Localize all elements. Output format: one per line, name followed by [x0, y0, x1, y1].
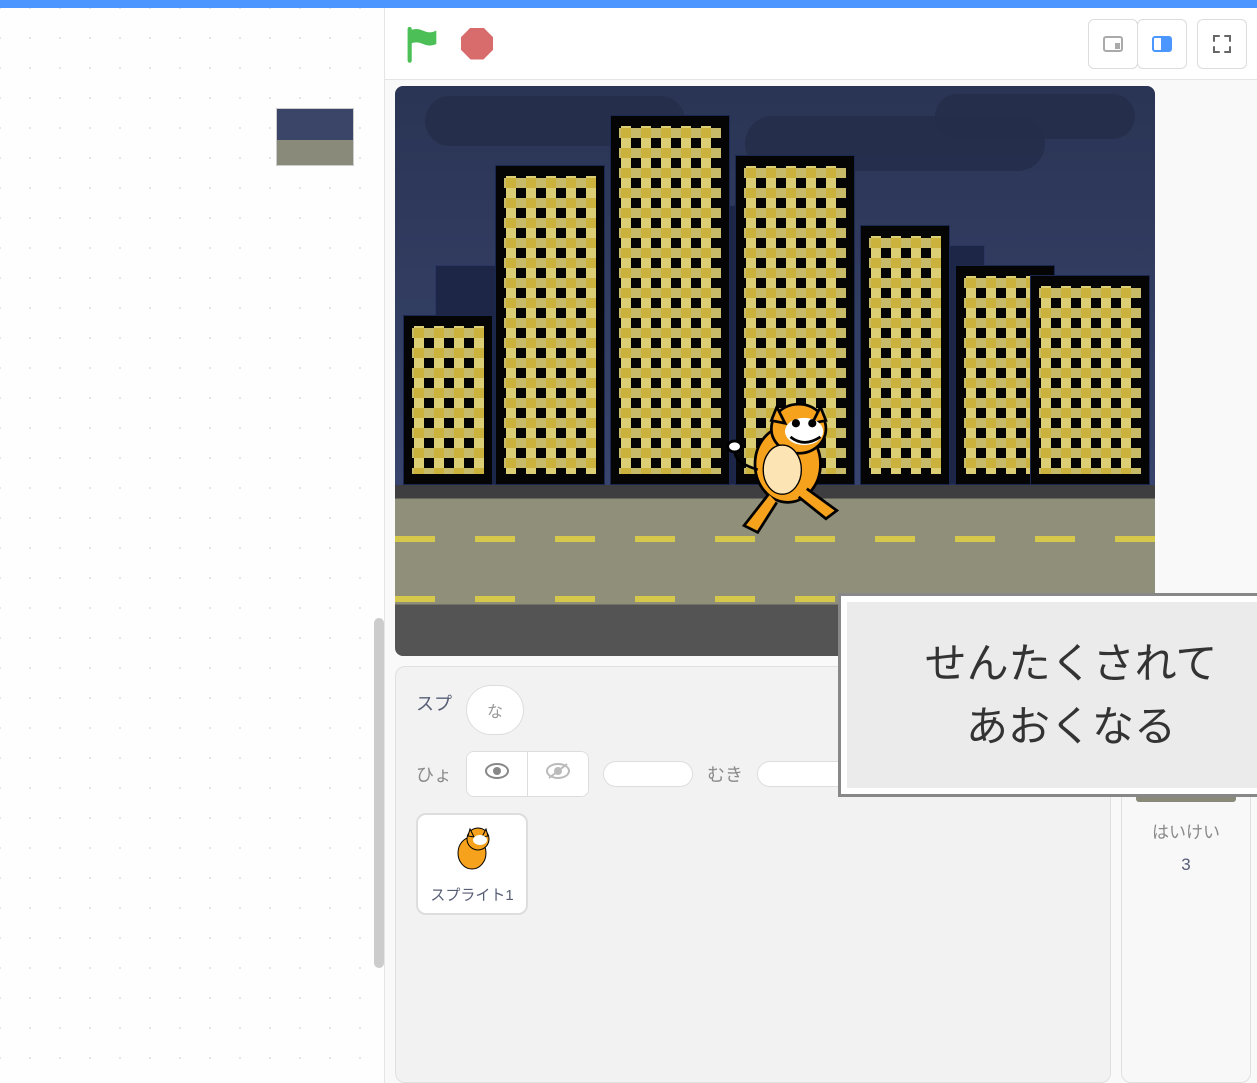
sprite-item[interactable]: スプライト1 [416, 813, 528, 915]
stop-icon[interactable] [461, 28, 493, 60]
large-stage-button[interactable] [1137, 19, 1187, 69]
sprite-label: スプ [416, 690, 452, 716]
annotation-text-2: あおくなる [867, 695, 1257, 758]
green-flag-icon[interactable] [403, 24, 443, 64]
backdrop-count: 3 [1122, 849, 1250, 915]
cat-icon [442, 823, 502, 873]
scripts-area[interactable] [0, 8, 385, 1083]
show-button[interactable] [467, 752, 527, 796]
annotation-callout: せんたくされて あおくなる [841, 596, 1257, 794]
backdrop-thumbnail-small[interactable] [276, 108, 354, 166]
small-stage-button[interactable] [1088, 19, 1138, 69]
annotation-text-1: せんたくされて [867, 632, 1257, 695]
backdrop-label: はいけい [1122, 812, 1250, 849]
stage-controls-bar [385, 8, 1257, 80]
main-container: スプ な y y ひょ [0, 8, 1257, 1083]
right-area: スプ な y y ひょ [385, 8, 1257, 1083]
stage-wrapper [385, 80, 1257, 666]
menu-bar [0, 0, 1257, 8]
sprite-list: スプライト1 [416, 813, 1090, 915]
direction-label: むき [707, 761, 743, 787]
scrollbar[interactable] [374, 618, 384, 968]
size-input[interactable] [603, 761, 693, 787]
show-label: ひょ [416, 761, 452, 787]
stage[interactable] [395, 86, 1155, 656]
sprite-name-input[interactable]: な [466, 685, 524, 735]
fullscreen-button[interactable] [1197, 19, 1247, 69]
visibility-toggle [466, 751, 589, 797]
sprite-item-name: スプライト1 [426, 884, 518, 905]
view-controls [1088, 19, 1247, 69]
scratch-cat-sprite[interactable] [715, 396, 855, 546]
hide-button[interactable] [527, 752, 588, 796]
